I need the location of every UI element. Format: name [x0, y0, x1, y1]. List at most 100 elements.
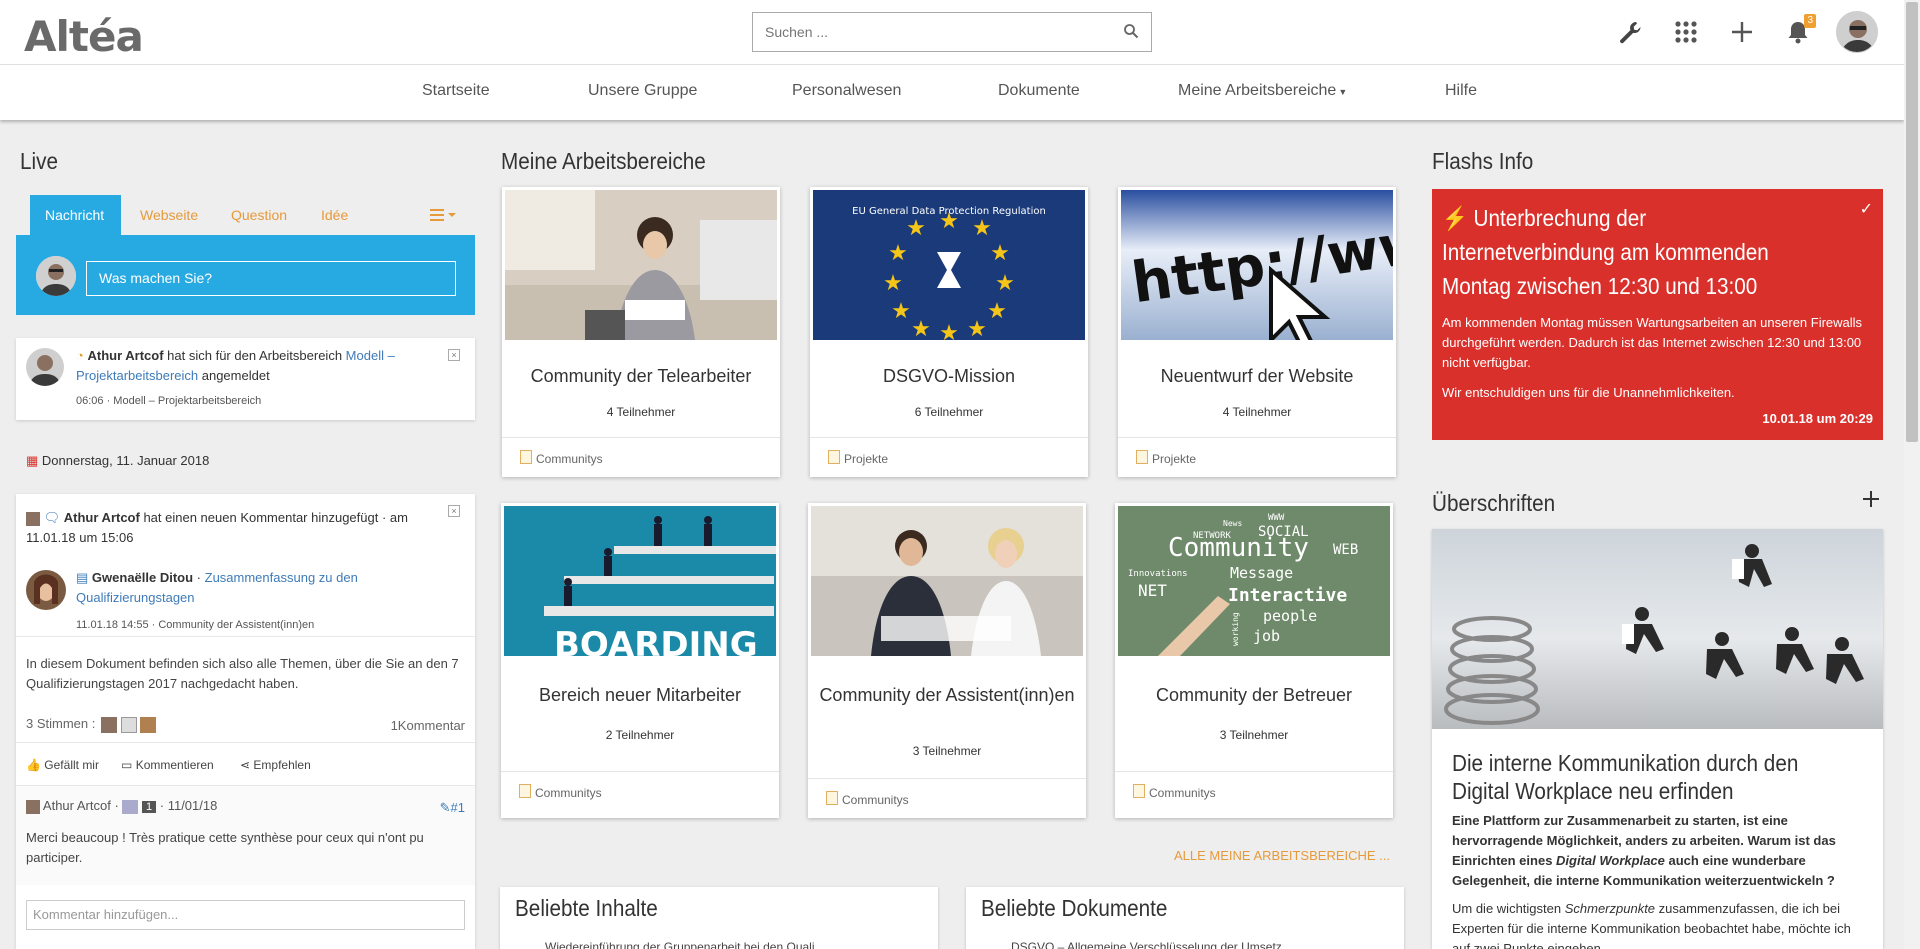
workspace-members: 3 Teilnehmer	[912, 744, 982, 758]
workspace-footer: Communitys	[1115, 771, 1393, 811]
voter-avatar[interactable]	[140, 716, 157, 733]
document-icon: ▤	[76, 570, 89, 585]
flash-info-card[interactable]: ⚡ Unterbrechung der Internetverbindung a…	[1432, 189, 1883, 440]
role-icon	[122, 799, 139, 814]
search-box[interactable]	[752, 12, 1152, 52]
post-composer: Was machen Sie?	[16, 235, 475, 315]
checkmark-icon[interactable]: ✓	[1860, 199, 1873, 219]
category-icon	[828, 450, 840, 464]
workspace-image: http://www	[1121, 190, 1393, 340]
popular-content-title: Beliebte Inhalte	[515, 895, 658, 921]
comments-count[interactable]: 1Kommentar	[391, 718, 465, 733]
logo[interactable]: Altéa	[24, 12, 144, 61]
nav-item-dokumente[interactable]: Dokumente	[998, 82, 1080, 100]
all-workspaces-link[interactable]: ALLE MEINE ARBEITSBEREICHE ...	[1174, 848, 1390, 863]
workspace-card[interactable]: BOARDING Bereich neuer Mitarbeiter 2 Tei…	[501, 503, 779, 818]
comment-author[interactable]: Athur Artcof	[43, 798, 111, 813]
flash-headline-text: Unterbrechung der Internetverbindung am …	[1442, 205, 1769, 299]
svg-text:★: ★	[995, 271, 1015, 296]
activity-meta: 06:06 · Modell – Projektarbeitsbereich	[76, 395, 262, 407]
notification-badge: 3	[1804, 14, 1816, 28]
article-title[interactable]: Die interne Kommunikation durch den Digi…	[1452, 749, 1812, 805]
author-avatar[interactable]	[26, 348, 64, 386]
popular-document-item[interactable]: DSGVO – Allgemeine Verschlüsselung der U…	[1011, 940, 1292, 949]
workspace-category[interactable]: Communitys	[1149, 786, 1216, 800]
apps-grid-icon[interactable]	[1668, 14, 1704, 50]
svg-text:★: ★	[987, 299, 1007, 324]
tab-webseite[interactable]: Webseite	[125, 195, 213, 235]
workspace-card[interactable]: ★ ★ ★ ★ ★ ★ ★ ★ ★ ★ ★ ★ EU General Data …	[810, 187, 1088, 477]
close-icon[interactable]: ×	[448, 505, 460, 517]
scrollbar-thumb[interactable]	[1906, 2, 1918, 442]
workspace-title: Bereich neuer Mitarbeiter	[538, 685, 742, 705]
like-button[interactable]: 👍 Gefällt mir	[26, 758, 99, 772]
category-icon	[1133, 784, 1145, 798]
workspace-category[interactable]: Communitys	[842, 793, 909, 807]
workspace-card[interactable]: http://www Neuentwurf der Website 4 Teil…	[1118, 187, 1396, 477]
top-bar: Altéa 3	[0, 0, 1904, 65]
nav-item-personalwesen[interactable]: Personalwesen	[792, 82, 901, 100]
nav-item-unsere-gruppe[interactable]: Unsere Gruppe	[588, 82, 697, 100]
tab-nachricht[interactable]: Nachricht	[30, 195, 121, 235]
recommend-label: Empfehlen	[253, 758, 311, 772]
workspace-title: Neuentwurf der Website	[1160, 366, 1354, 386]
pencil-icon: ✎	[439, 800, 451, 815]
tab-question[interactable]: Question	[216, 195, 302, 235]
comment-button[interactable]: ▭ Kommentieren	[121, 758, 214, 772]
workspace-members: 3 Teilnehmer	[1219, 728, 1289, 742]
post-input[interactable]: Was machen Sie?	[86, 261, 456, 296]
notifications-bell-icon[interactable]: 3	[1780, 14, 1816, 50]
popular-documents-card: Beliebte Dokumente DSGVO – Allgemeine Ve…	[966, 887, 1404, 949]
workspace-card[interactable]: Community der Telearbeiter 4 Teilnehmer …	[502, 187, 780, 477]
composer-avatar	[36, 256, 76, 296]
activity-author[interactable]: Athur Artcof	[64, 510, 140, 525]
activity-author[interactable]: Athur Artcof	[87, 348, 163, 363]
workspace-card[interactable]: Community NETWORK SOCIAL WEB Message Int…	[1115, 503, 1393, 818]
headline-article-card[interactable]: Die interne Kommunikation durch den Digi…	[1432, 529, 1883, 949]
flash-body-paragraph: Wir entschuldigen uns für die Unannehmli…	[1442, 385, 1735, 400]
doc-excerpt: In diesem Dokument befinden sich also al…	[26, 656, 459, 691]
speech-bubble-icon: ▭	[121, 758, 133, 772]
workspace-footer: Communitys	[502, 437, 780, 477]
img-word: NETWORK	[1193, 531, 1232, 541]
workspace-category[interactable]: Projekte	[844, 452, 888, 466]
voter-avatar[interactable]	[120, 716, 137, 733]
doc-author[interactable]: Gwenaëlle Ditou	[92, 570, 193, 585]
voter-avatar[interactable]	[100, 716, 117, 733]
img-word: Innovations	[1128, 569, 1188, 579]
close-icon[interactable]: ×	[448, 349, 460, 361]
nav-item-hilfe[interactable]: Hilfe	[1445, 82, 1477, 100]
workspace-card[interactable]: Community der Assistent(inn)en 3 Teilneh…	[808, 503, 1086, 818]
menu-dropdown-icon[interactable]	[430, 207, 460, 228]
comment-ref[interactable]: ✎#1	[440, 800, 465, 816]
recommend-button[interactable]: ⋖ Empfehlen	[240, 758, 311, 772]
votes-label: 3 Stimmen :	[26, 716, 96, 731]
workspace-category[interactable]: Communitys	[535, 786, 602, 800]
add-icon[interactable]	[1724, 14, 1760, 50]
comment-ref-label: #1	[450, 800, 465, 815]
doc-author-avatar[interactable]	[26, 570, 66, 610]
article-body: Um die wichtigsten Schmerzpunkte zusamme…	[1452, 899, 1867, 949]
date-label: Donnerstag, 11. Januar 2018	[41, 453, 210, 468]
share-icon: ⋖	[240, 758, 251, 772]
popular-content-item[interactable]: Wiedereinführung der Gruppenarbeit bei d…	[545, 940, 825, 949]
svg-text:★: ★	[906, 216, 926, 241]
tab-idee[interactable]: Idée	[306, 195, 363, 235]
nav-item-startseite[interactable]: Startseite	[422, 82, 490, 100]
img-word: Interactive	[1228, 585, 1347, 606]
wrench-icon[interactable]	[1612, 14, 1648, 50]
doc-meta: 11.01.18 14:55 · Community der Assistent…	[76, 619, 315, 631]
add-comment-input[interactable]: Kommentar hinzufügen...	[26, 900, 465, 930]
workspace-category[interactable]: Communitys	[536, 452, 603, 466]
svg-text:★: ★	[888, 241, 908, 266]
user-avatar[interactable]	[1836, 11, 1878, 53]
add-headline-icon[interactable]	[1862, 490, 1880, 513]
workspace-image: ★ ★ ★ ★ ★ ★ ★ ★ ★ ★ ★ ★ EU General Data …	[813, 190, 1085, 340]
comment-number-badge: 1	[142, 800, 157, 813]
nav-item-meine-arbeitsbereiche[interactable]: Meine Arbeitsbereiche ▼	[1178, 82, 1347, 100]
search-icon[interactable]	[1123, 23, 1139, 44]
search-input[interactable]	[753, 13, 1093, 51]
img-word: WWW	[1268, 513, 1285, 523]
workspace-category[interactable]: Projekte	[1152, 452, 1196, 466]
activity-verb: hat sich für den Arbeitsbereich	[163, 348, 346, 363]
